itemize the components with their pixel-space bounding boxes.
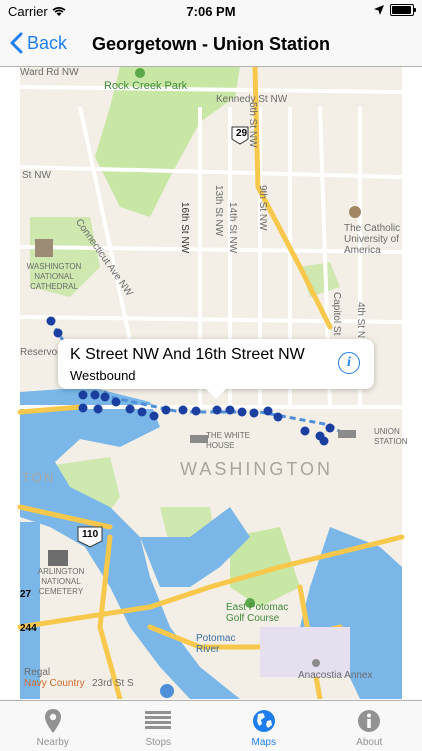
map-label-5th-st: 5th St NW	[247, 102, 258, 148]
route-stop-dot[interactable]	[91, 391, 100, 400]
map-label-white-house: THE WHITE HOUSE	[206, 431, 266, 451]
navigation-bar: Back Georgetown - Union Station	[0, 22, 422, 67]
map-label-washington: WASHINGTON	[180, 459, 333, 480]
cathedral-icon	[35, 239, 53, 257]
map-label-ton: TON	[22, 470, 55, 485]
location-pin-icon	[39, 707, 67, 735]
route-stop-dot[interactable]	[226, 406, 235, 415]
route-stop-dot[interactable]	[150, 412, 159, 421]
tab-about[interactable]: About	[317, 701, 422, 751]
park-tree-icon	[135, 68, 145, 78]
tab-about-label: About	[356, 737, 382, 748]
map-label-catholic-univ: The Catholic University of America	[344, 223, 402, 256]
route-stop-dot[interactable]	[320, 437, 329, 446]
tab-nearby[interactable]: Nearby	[0, 701, 106, 751]
catholic-univ-icon	[349, 206, 361, 218]
map-label-rock-creek-park: Rock Creek Park	[104, 80, 187, 92]
map-label-east-potomac: East Potomac Golf Course	[226, 602, 306, 624]
map-label-route-29: 29	[236, 128, 247, 139]
map-label-route-110: 110	[82, 529, 98, 540]
route-stop-dot[interactable]	[94, 405, 103, 414]
map-label-potomac-river: Potomac River	[196, 633, 246, 655]
route-stop-dot[interactable]	[326, 424, 335, 433]
map-label-13th-st: 13th St NW	[213, 185, 224, 236]
status-time: 7:06 PM	[0, 4, 422, 19]
route-stop-dot[interactable]	[79, 404, 88, 413]
route-stop-dot[interactable]	[274, 413, 283, 422]
map-label-ward-rd: Ward Rd NW	[20, 67, 79, 78]
globe-icon	[250, 707, 278, 735]
callout-title: K Street NW And 16th Street NW	[70, 346, 305, 364]
map-label-route-244: 244	[20, 623, 37, 634]
route-stop-dot[interactable]	[162, 406, 171, 415]
page-title: Georgetown - Union Station	[0, 34, 422, 55]
status-bar: Carrier 7:06 PM	[0, 0, 422, 22]
route-stop-dot[interactable]	[213, 406, 222, 415]
airport-icon	[160, 684, 174, 698]
route-stop-dot[interactable]	[112, 398, 121, 407]
route-stop-dot[interactable]	[101, 393, 110, 402]
about-info-icon	[355, 707, 383, 735]
route-stop-dot[interactable]	[192, 407, 201, 416]
tab-stops[interactable]: Stops	[106, 701, 212, 751]
route-stop-dot[interactable]	[250, 409, 259, 418]
map-label-arlington-cemetery: ARLINGTON NATIONAL CEMETERY	[26, 567, 96, 597]
route-stop-dot[interactable]	[79, 391, 88, 400]
route-stop-dot[interactable]	[264, 407, 273, 416]
location-arrow-icon	[374, 5, 384, 15]
union-station-icon	[338, 430, 356, 438]
map-label-14th-st: 14th St NW	[227, 202, 238, 253]
stop-callout[interactable]: K Street NW And 16th Street NW Westbound…	[58, 339, 374, 389]
route-stop-dot[interactable]	[47, 317, 56, 326]
map-view[interactable]: Ward Rd NW Rock Creek Park Kennedy St NW…	[0, 67, 422, 699]
route-stop-dot[interactable]	[138, 408, 147, 417]
map-label-national-cathedral: WASHINGTON NATIONAL CATHEDRAL	[14, 262, 94, 292]
map-label-route-27: 27	[20, 589, 31, 600]
map-label-regal: Regal	[24, 667, 50, 678]
map-label-anacostia-annex: Anacostia Annex	[298, 670, 373, 681]
route-stop-dot[interactable]	[54, 329, 63, 338]
cemetery-icon	[48, 550, 68, 566]
info-icon[interactable]: i	[338, 352, 360, 374]
map-label-navy-country: Navy Country	[24, 678, 85, 689]
map-label-9th-st: 9th St NW	[257, 185, 268, 231]
tab-maps[interactable]: Maps	[211, 701, 317, 751]
callout-subtitle: Westbound	[70, 368, 136, 383]
map-label-16th-st: 16th St NW	[179, 202, 190, 253]
route-stop-dot[interactable]	[179, 406, 188, 415]
map-label-23rd-st: 23rd St S	[92, 678, 134, 689]
route-stop-dot[interactable]	[301, 427, 310, 436]
route-stop-dot[interactable]	[126, 405, 135, 414]
tab-bar: Nearby Stops Maps	[0, 700, 422, 751]
anacostia-icon	[312, 659, 320, 667]
tab-stops-label: Stops	[145, 737, 171, 748]
battery-icon	[390, 4, 414, 16]
route-stop-dot[interactable]	[238, 408, 247, 417]
tab-nearby-label: Nearby	[37, 737, 69, 748]
map-label-st-nw: St NW	[22, 170, 51, 181]
map-label-union-station: UNION STATION	[374, 427, 404, 447]
tab-maps-label: Maps	[252, 737, 276, 748]
list-icon	[144, 707, 172, 735]
